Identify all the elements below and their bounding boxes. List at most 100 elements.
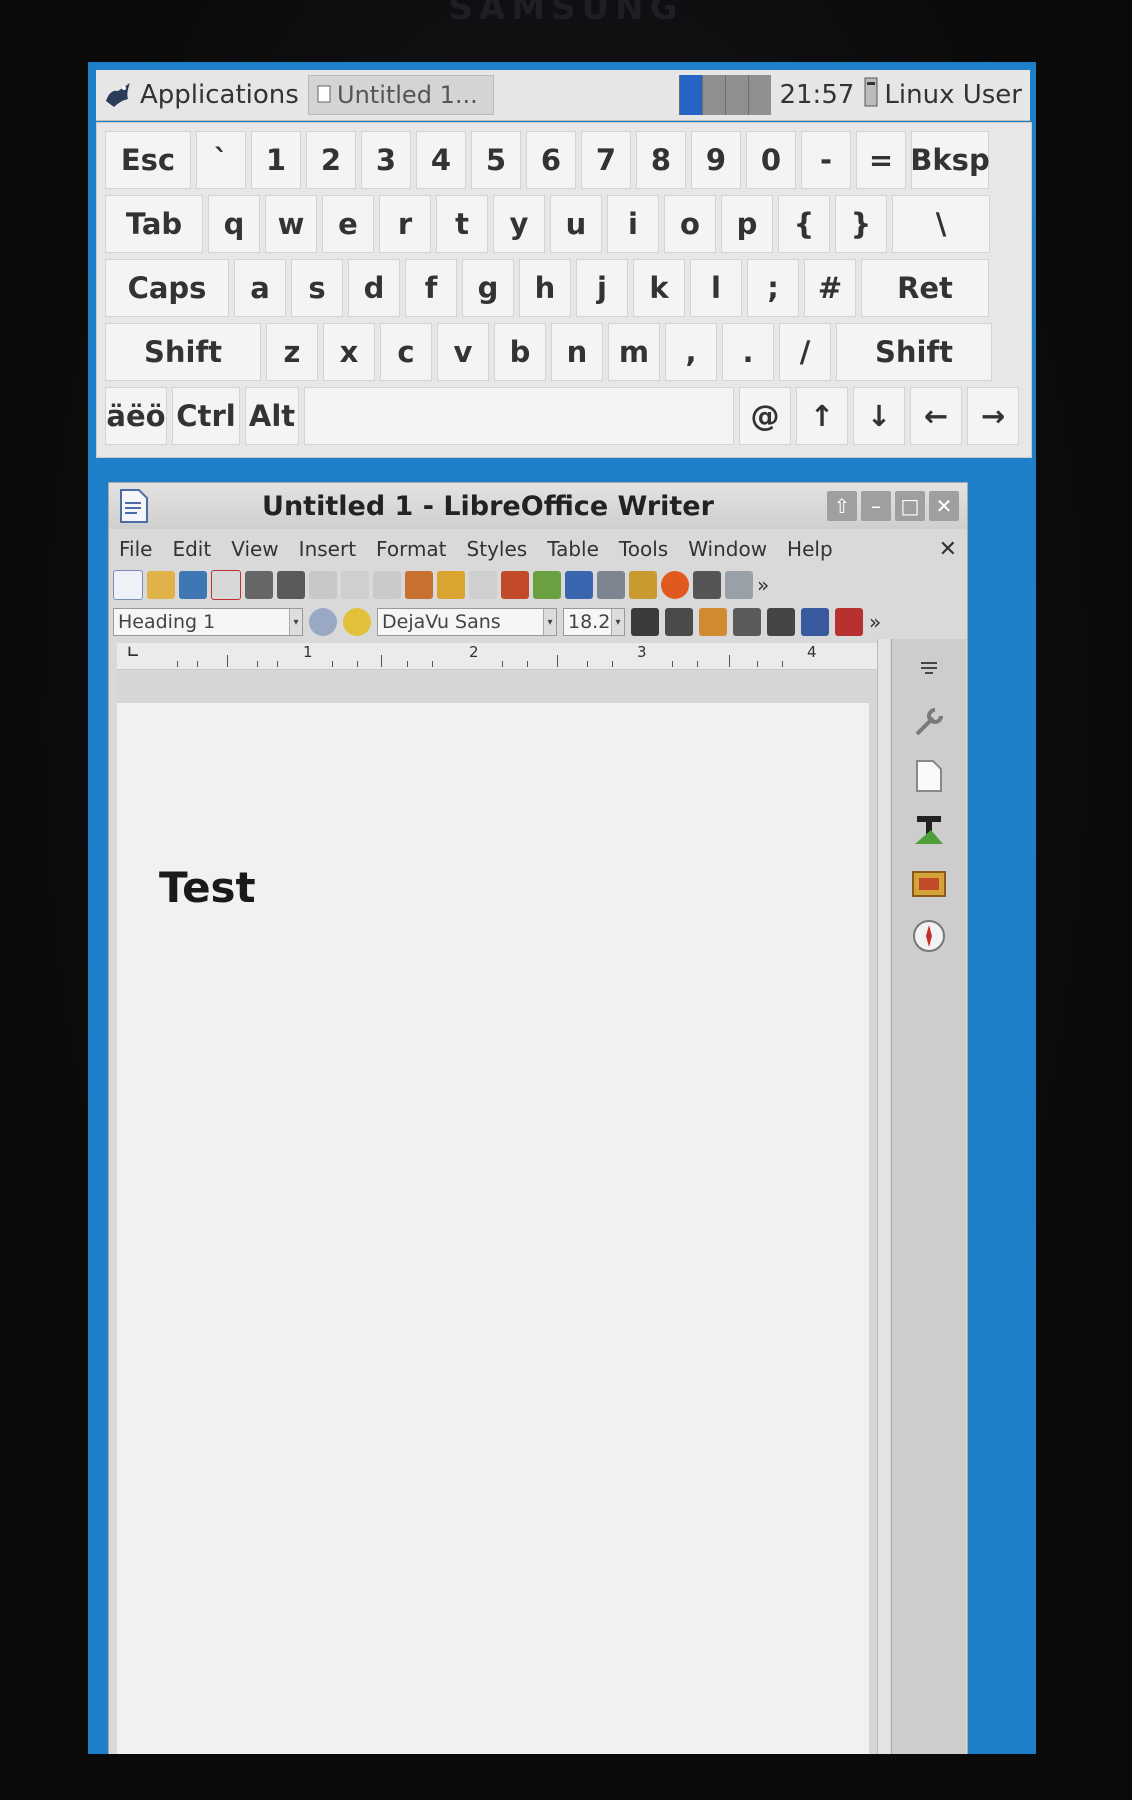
key-6[interactable]: 6 — [526, 131, 576, 189]
key-p[interactable]: p — [721, 195, 773, 253]
menu-edit[interactable]: Edit — [162, 537, 221, 561]
key-slash[interactable]: / — [779, 323, 831, 381]
key-b[interactable]: b — [494, 323, 546, 381]
key-comma[interactable]: , — [665, 323, 717, 381]
save-icon[interactable] — [179, 571, 207, 599]
key-r[interactable]: r — [379, 195, 431, 253]
key-o[interactable]: o — [664, 195, 716, 253]
minimize-button[interactable]: – — [861, 491, 891, 521]
navigator-compass-icon[interactable] — [908, 915, 950, 957]
key-v[interactable]: v — [437, 323, 489, 381]
insert-chart-icon[interactable] — [661, 571, 689, 599]
menu-format[interactable]: Format — [366, 537, 456, 561]
strikethrough-icon[interactable] — [733, 608, 761, 636]
key-g[interactable]: g — [462, 259, 514, 317]
key-7[interactable]: 7 — [581, 131, 631, 189]
key-3[interactable]: 3 — [361, 131, 411, 189]
menu-file[interactable]: File — [109, 537, 162, 561]
key-caps[interactable]: Caps — [105, 259, 229, 317]
copy-icon[interactable] — [341, 571, 369, 599]
menu-window[interactable]: Window — [678, 537, 777, 561]
key-k[interactable]: k — [633, 259, 685, 317]
key-ctrl[interactable]: Ctrl — [172, 387, 240, 445]
window-titlebar[interactable]: Untitled 1 - LibreOffice Writer ⇧ – □ ✕ — [109, 483, 967, 529]
menu-help[interactable]: Help — [777, 537, 843, 561]
key-a[interactable]: a — [234, 259, 286, 317]
key-2[interactable]: 2 — [306, 131, 356, 189]
open-folder-icon[interactable] — [147, 571, 175, 599]
key-left-shift[interactable]: Shift — [105, 323, 261, 381]
workspace-4[interactable] — [748, 75, 772, 115]
key-t[interactable]: t — [436, 195, 488, 253]
key-l[interactable]: l — [690, 259, 742, 317]
subscript-icon[interactable] — [801, 608, 829, 636]
applications-menu[interactable]: Applications — [96, 79, 302, 111]
horizontal-ruler[interactable]: ∟ 1 2 3 4 — [117, 643, 877, 670]
key-semicolon[interactable]: ; — [747, 259, 799, 317]
new-document-icon[interactable] — [113, 570, 143, 600]
key-arrow-right[interactable]: → — [967, 387, 1019, 445]
page-icon[interactable] — [908, 755, 950, 797]
export-pdf-icon[interactable] — [211, 570, 241, 600]
key-x[interactable]: x — [323, 323, 375, 381]
key-arrow-down[interactable]: ↓ — [853, 387, 905, 445]
paste-icon[interactable] — [373, 571, 401, 599]
key-arrow-up[interactable]: ↑ — [796, 387, 848, 445]
key-right-brace[interactable]: } — [835, 195, 887, 253]
font-size-select[interactable]: 18.2 ▾ — [563, 608, 625, 636]
vertical-scrollbar[interactable] — [877, 639, 890, 1754]
key-5[interactable]: 5 — [471, 131, 521, 189]
print-preview-icon[interactable] — [277, 571, 305, 599]
key-esc[interactable]: Esc — [105, 131, 191, 189]
key-backslash[interactable]: \ — [892, 195, 990, 253]
bold-icon[interactable] — [631, 608, 659, 636]
underline-icon[interactable] — [699, 608, 727, 636]
insert-page-break-icon[interactable] — [725, 571, 753, 599]
italic-icon[interactable] — [665, 608, 693, 636]
key-arrow-left[interactable]: ← — [910, 387, 962, 445]
close-document-button[interactable]: ✕ — [939, 537, 957, 562]
user-menu[interactable]: Linux User — [862, 76, 1030, 115]
document-page[interactable]: Test — [117, 703, 869, 1754]
key-h[interactable]: h — [519, 259, 571, 317]
key-umlaut[interactable]: äëö — [105, 387, 167, 445]
key-j[interactable]: j — [576, 259, 628, 317]
key-9[interactable]: 9 — [691, 131, 741, 189]
key-n[interactable]: n — [551, 323, 603, 381]
document-heading[interactable]: Test — [159, 863, 256, 912]
key-4[interactable]: 4 — [416, 131, 466, 189]
key-f[interactable]: f — [405, 259, 457, 317]
paragraph-style-select[interactable]: Heading 1 ▾ — [113, 608, 303, 636]
sidebar-menu-icon[interactable] — [908, 647, 950, 689]
new-style-icon[interactable] — [343, 608, 371, 636]
key-8[interactable]: 8 — [636, 131, 686, 189]
shade-button[interactable]: ⇧ — [827, 491, 857, 521]
workspace-2[interactable] — [702, 75, 726, 115]
workspace-1[interactable] — [679, 75, 703, 115]
document-area[interactable]: Test — [117, 671, 877, 1754]
formatting-marks-icon[interactable] — [565, 571, 593, 599]
more-formatting-icon[interactable]: » — [869, 610, 881, 634]
update-style-icon[interactable] — [309, 608, 337, 636]
print-icon[interactable] — [245, 571, 273, 599]
key-q[interactable]: q — [208, 195, 260, 253]
properties-wrench-icon[interactable] — [908, 701, 950, 743]
menu-styles[interactable]: Styles — [457, 537, 538, 561]
key-minus[interactable]: - — [801, 131, 851, 189]
spelling-icon[interactable] — [533, 571, 561, 599]
undo-icon[interactable] — [437, 571, 465, 599]
taskbar-button-writer[interactable]: Untitled 1... — [308, 75, 494, 115]
gallery-icon[interactable] — [908, 861, 950, 903]
key-s[interactable]: s — [291, 259, 343, 317]
key-left-brace[interactable]: { — [778, 195, 830, 253]
key-hash[interactable]: # — [804, 259, 856, 317]
key-backspace[interactable]: Bksp — [910, 131, 990, 189]
key-period[interactable]: . — [722, 323, 774, 381]
tab-stop-icon[interactable]: ∟ — [127, 643, 140, 661]
workspace-pager[interactable] — [679, 75, 772, 115]
key-c[interactable]: c — [380, 323, 432, 381]
key-backtick[interactable]: ` — [196, 131, 246, 189]
key-tab[interactable]: Tab — [105, 195, 203, 253]
menu-insert[interactable]: Insert — [289, 537, 366, 561]
close-button[interactable]: ✕ — [929, 491, 959, 521]
